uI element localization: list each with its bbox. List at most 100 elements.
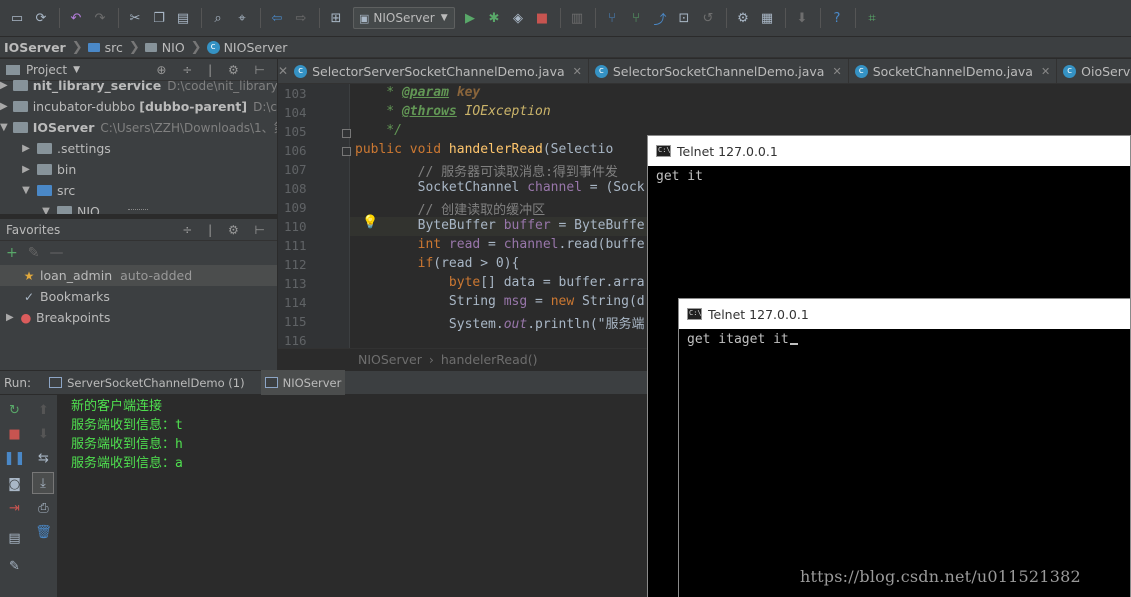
run-tab-nioserver[interactable]: NIOServer [260, 370, 346, 395]
favorites-toolbar: + ✎ — [0, 241, 277, 265]
editor-tab-bar: ✕ c SelectorServerSocketChannelDemo.java ✕… [278, 59, 1131, 84]
folder-icon [87, 42, 100, 52]
run-configuration-select[interactable]: ▣ NIOServer ▼ [353, 7, 455, 29]
sdk-icon[interactable]: ⬇ [791, 7, 813, 29]
vcs-revert-icon[interactable]: ↺ [697, 7, 719, 29]
paste-icon[interactable]: ▤ [172, 7, 194, 29]
pin-icon[interactable]: ✎ [0, 555, 29, 577]
back-icon[interactable]: ⇦ [266, 7, 288, 29]
close-icon[interactable]: ✕ [573, 65, 582, 78]
chevron-down-icon[interactable]: ▼ [73, 65, 80, 75]
pause-icon[interactable]: ❚❚ [0, 447, 29, 469]
close-icon[interactable]: ✕ [832, 65, 841, 78]
breadcrumb-src[interactable]: src [87, 40, 123, 55]
debug-icon[interactable]: ✱ [483, 7, 505, 29]
edit-icon[interactable]: ✎ [28, 245, 40, 261]
favorites-item-loan-admin[interactable]: ★ loan_admin auto-added [0, 265, 277, 286]
copy-icon[interactable]: ❐ [148, 7, 170, 29]
layout-icon[interactable]: ▤ [0, 527, 29, 549]
tree-item[interactable]: ▼ IOServer C:\Users\ZZH\Downloads\1、第 [0, 117, 277, 138]
code-line: * @throws IOException [355, 104, 551, 119]
print-icon[interactable]: ⎙ [29, 497, 58, 519]
editor-breadcrumb-method[interactable]: handelerRead() [441, 352, 538, 367]
open-folder-icon[interactable]: ▭ [6, 7, 28, 29]
chevron-right-icon[interactable]: ▶ [6, 312, 20, 323]
tree-item[interactable]: ▶ nit_library_service D:\code\nit_library_… [0, 75, 277, 96]
favorites-item-breakpoints[interactable]: ▶ ● Breakpoints [0, 307, 277, 328]
rerun-icon[interactable]: ↻ [0, 399, 29, 421]
chevron-down-icon[interactable]: ▼ [0, 122, 8, 133]
undo-icon[interactable]: ↶ [65, 7, 87, 29]
help-icon[interactable]: ? [826, 7, 848, 29]
breadcrumb-package[interactable]: NIO [144, 40, 185, 55]
vcs-update-icon[interactable]: ⑂ [601, 7, 623, 29]
terminal-output[interactable]: get itaget it [679, 329, 1130, 350]
run-tab-serversocketchanneldemo[interactable]: ServerSocketChannelDemo (1) [45, 370, 249, 395]
cut-icon[interactable]: ✂ [124, 7, 146, 29]
window-titlebar[interactable]: C:\ Telnet 127.0.0.1 [648, 136, 1130, 166]
scroll-to-end-icon[interactable]: ⤓ [32, 472, 54, 494]
tab-oioserver[interactable]: c OioServer.java [1057, 59, 1131, 83]
editor-breadcrumb-class[interactable]: NIOServer [358, 352, 422, 367]
remove-icon[interactable]: — [49, 245, 63, 261]
chevron-right-icon[interactable]: ▶ [20, 143, 32, 154]
panel-resize-handle[interactable] [128, 209, 148, 212]
add-icon[interactable]: + [6, 245, 18, 261]
sync-icon[interactable]: ⟳ [30, 7, 52, 29]
tab-socketchanneldemo[interactable]: c SocketChannelDemo.java ✕ [849, 59, 1058, 83]
stop-icon[interactable]: ■ [0, 423, 29, 445]
vcs-push-icon[interactable]: ⤴ [649, 7, 671, 29]
redo-icon[interactable]: ↷ [89, 7, 111, 29]
code-line: * @param key [355, 85, 481, 100]
fold-marker-icon[interactable] [342, 147, 351, 156]
dump-threads-icon[interactable]: ◙ [0, 473, 29, 495]
find-icon[interactable]: ⌕ [207, 7, 229, 29]
tree-item[interactable]: ▶ incubator-dubbo [dubbo-parent] D:\co [0, 96, 277, 117]
exit-icon[interactable]: ⇥ [0, 497, 29, 519]
chevron-right-icon[interactable]: ▶ [20, 164, 32, 175]
vcs-history-icon[interactable]: ⊡ [673, 7, 695, 29]
chevron-down-icon[interactable]: ▼ [20, 185, 32, 196]
replace-icon[interactable]: ⌖ [231, 7, 253, 29]
close-icon[interactable]: ✕ [278, 64, 288, 78]
terminal-output[interactable]: get it [648, 166, 1130, 187]
tab-selectorsocketchanneldemo[interactable]: c SelectorSocketChannelDemo.java ✕ [589, 59, 849, 83]
attach-icon[interactable]: ▥ [566, 7, 588, 29]
favorites-item-bookmarks[interactable]: ✓ Bookmarks [0, 286, 277, 307]
code-line: byte[] data = buffer.arra [355, 275, 645, 290]
code-line: */ [355, 123, 402, 138]
trash-icon[interactable]: 🗑 [29, 521, 58, 543]
fold-marker-icon[interactable] [342, 129, 351, 138]
breadcrumb-project[interactable]: IOServer [4, 40, 66, 55]
chevron-right-icon[interactable]: ▶ [0, 101, 8, 112]
tree-item[interactable]: ▼ src [0, 180, 277, 201]
breadcrumb-class[interactable]: c NIOServer [206, 40, 287, 55]
tree-item[interactable]: ▶ bin [0, 159, 277, 180]
project-structure-icon[interactable]: ▦ [756, 7, 778, 29]
build-icon[interactable]: ⊞ [325, 7, 347, 29]
soft-wrap-icon[interactable]: ⇆ [29, 447, 58, 469]
chevron-down-icon[interactable]: ▼ [40, 206, 52, 214]
toolbar-divider [319, 8, 320, 28]
toolbar-divider [560, 8, 561, 28]
forward-icon[interactable]: ⇨ [290, 7, 312, 29]
close-icon[interactable]: ✕ [1041, 65, 1050, 78]
window-titlebar[interactable]: C:\ Telnet 127.0.0.1 [679, 299, 1130, 329]
vcs-commit-icon[interactable]: ⑂ [625, 7, 647, 29]
run-icon[interactable]: ▶ [459, 7, 481, 29]
tree-item[interactable]: ▶ .settings [0, 138, 277, 159]
telnet-window[interactable]: C:\ Telnet 127.0.0.1 get itaget it [678, 298, 1131, 597]
stop-icon[interactable]: ■ [531, 7, 553, 29]
plugin-icon[interactable]: ⌗ [861, 7, 883, 29]
settings-icon[interactable]: ⚙ [732, 7, 754, 29]
panel-tools-icon[interactable]: ÷ | ⚙ ⊢ [182, 223, 271, 237]
toolbar-divider [785, 8, 786, 28]
coverage-icon[interactable]: ◈ [507, 7, 529, 29]
chevron-right-icon[interactable]: ▶ [0, 80, 8, 91]
tab-selectorserversocketchanneldemo[interactable]: c SelectorServerSocketChannelDemo.java ✕ [288, 59, 589, 83]
arrow-up-icon[interactable]: ⬆ [29, 399, 58, 421]
arrow-down-icon[interactable]: ⬇ [29, 423, 58, 445]
tree-item[interactable]: ▼ NIO [0, 201, 277, 214]
navigation-breadcrumb: IOServer ❯ src ❯ NIO ❯ c NIOServer [0, 37, 1131, 58]
line-number: 111 [284, 238, 307, 253]
